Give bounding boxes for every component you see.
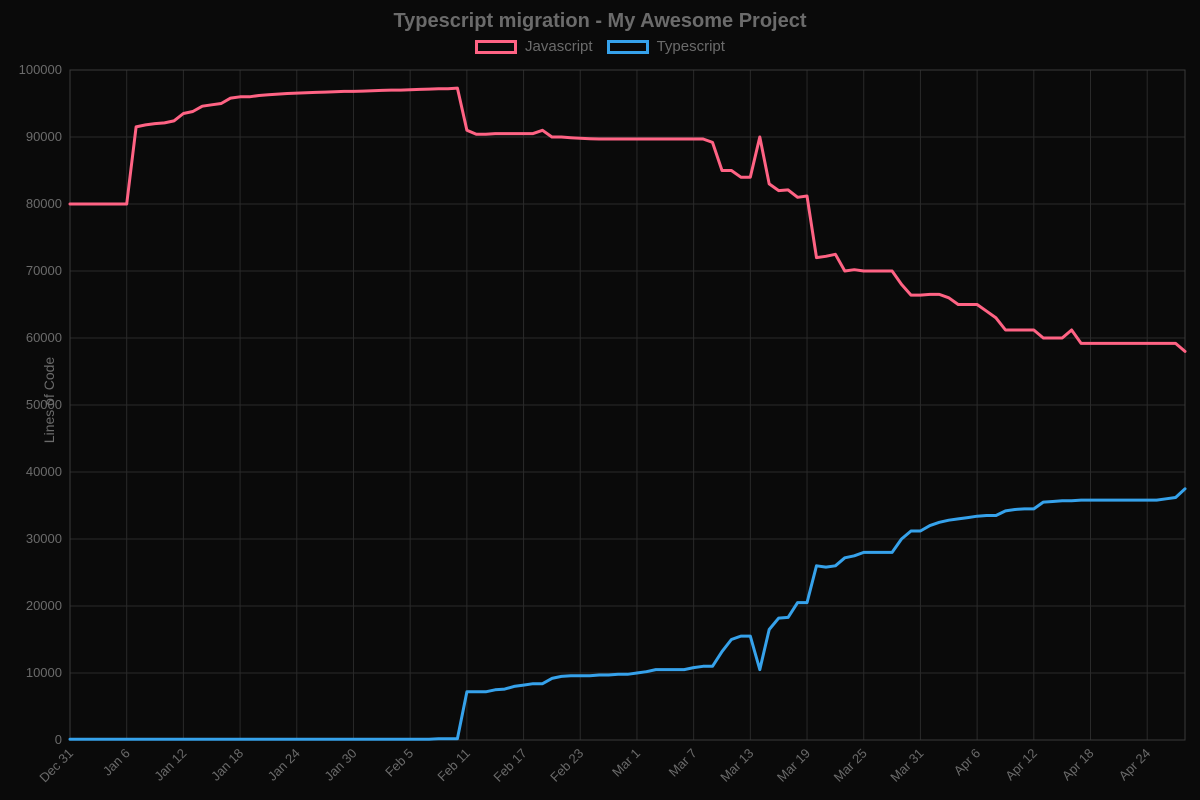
svg-text:90000: 90000 xyxy=(26,129,62,144)
svg-text:Apr 18: Apr 18 xyxy=(1059,746,1097,784)
chart-title: Typescript migration - My Awesome Projec… xyxy=(0,10,1200,33)
svg-text:60000: 60000 xyxy=(26,330,62,345)
svg-text:Jan 18: Jan 18 xyxy=(208,746,246,784)
svg-text:Apr 24: Apr 24 xyxy=(1116,746,1154,784)
svg-text:20000: 20000 xyxy=(26,598,62,613)
svg-text:40000: 40000 xyxy=(26,464,62,479)
svg-text:Jan 6: Jan 6 xyxy=(100,746,133,779)
y-axis-label: Lines of Code xyxy=(41,357,57,443)
svg-text:Feb 17: Feb 17 xyxy=(490,746,529,785)
svg-text:Feb 5: Feb 5 xyxy=(382,746,416,780)
svg-text:Mar 25: Mar 25 xyxy=(831,746,870,785)
svg-text:Jan 30: Jan 30 xyxy=(321,746,359,784)
svg-text:100000: 100000 xyxy=(19,62,62,77)
svg-text:Mar 19: Mar 19 xyxy=(774,746,813,785)
chart-container: Typescript migration - My Awesome Projec… xyxy=(0,0,1200,800)
svg-text:Mar 7: Mar 7 xyxy=(666,746,700,780)
svg-text:30000: 30000 xyxy=(26,531,62,546)
svg-text:80000: 80000 xyxy=(26,196,62,211)
svg-text:Jan 24: Jan 24 xyxy=(265,746,303,784)
svg-text:Dec 31: Dec 31 xyxy=(36,746,76,786)
svg-text:10000: 10000 xyxy=(26,665,62,680)
legend-item-typescript[interactable]: Typescript xyxy=(607,38,725,55)
svg-text:Mar 1: Mar 1 xyxy=(609,746,643,780)
svg-text:Feb 23: Feb 23 xyxy=(547,746,586,785)
legend-swatch-javascript xyxy=(475,40,517,54)
legend: Javascript Typescript xyxy=(0,38,1200,55)
legend-swatch-typescript xyxy=(607,40,649,54)
svg-text:Apr 12: Apr 12 xyxy=(1002,746,1040,784)
legend-item-javascript[interactable]: Javascript xyxy=(475,38,593,55)
legend-label-typescript: Typescript xyxy=(657,38,725,55)
chart-svg: 0100002000030000400005000060000700008000… xyxy=(0,0,1200,800)
svg-text:0: 0 xyxy=(55,732,62,747)
svg-text:Jan 12: Jan 12 xyxy=(151,746,189,784)
svg-text:Feb 11: Feb 11 xyxy=(434,746,473,785)
svg-text:Mar 31: Mar 31 xyxy=(887,746,926,785)
svg-text:Apr 6: Apr 6 xyxy=(951,746,984,779)
svg-text:Mar 13: Mar 13 xyxy=(717,746,756,785)
legend-label-javascript: Javascript xyxy=(525,38,593,55)
svg-text:70000: 70000 xyxy=(26,263,62,278)
